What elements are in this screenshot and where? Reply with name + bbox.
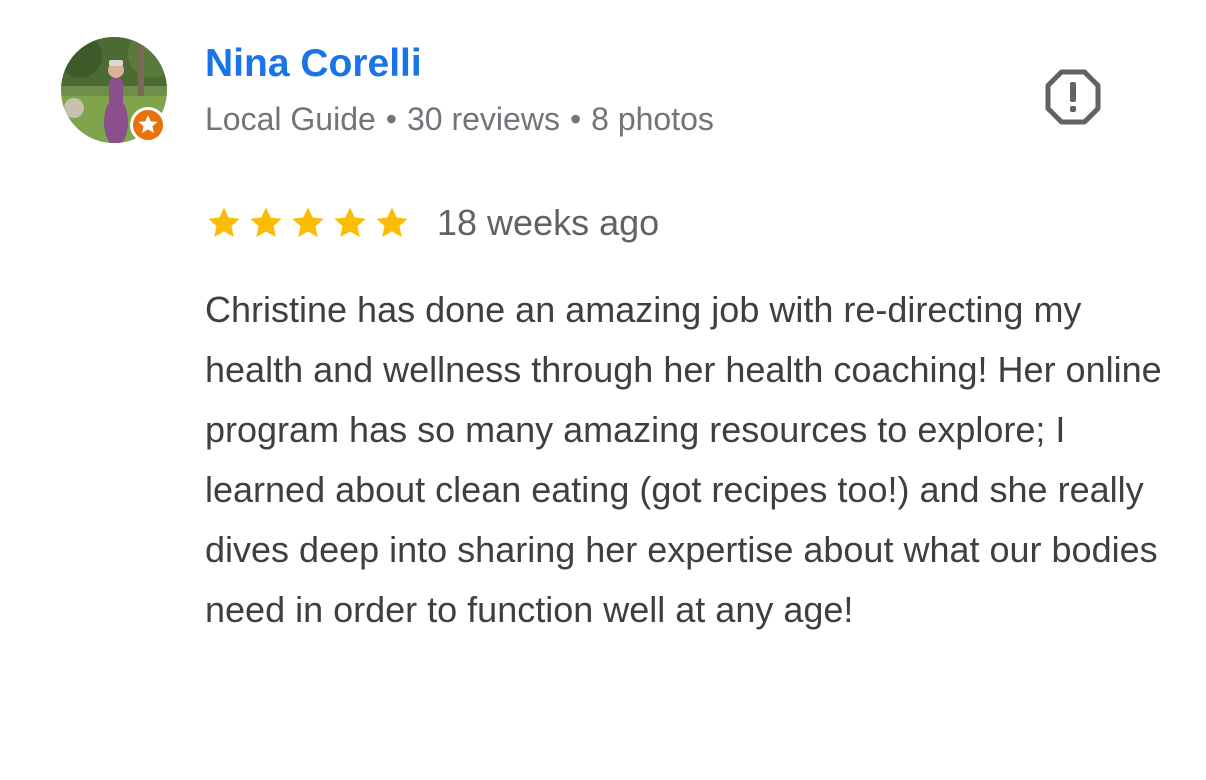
local-guide-label: Local Guide [205, 101, 376, 137]
photo-count: 8 photos [591, 101, 714, 137]
report-review-button[interactable] [1044, 68, 1102, 126]
reviewer-avatar[interactable] [60, 36, 168, 144]
report-icon [1045, 69, 1101, 125]
star-icon [250, 207, 282, 238]
review-text: Christine has done an amazing job with r… [205, 289, 1162, 630]
meta-separator: • [385, 101, 397, 137]
rating-row: 18 weeks ago [205, 198, 659, 248]
star-rating [205, 204, 415, 242]
star-icon [292, 207, 324, 238]
star-icon [376, 207, 408, 238]
star-icon [208, 207, 240, 238]
meta-separator: • [569, 101, 582, 137]
reviewer-name[interactable]: Nina Corelli [205, 40, 422, 88]
local-guide-star-icon [130, 107, 166, 143]
review-card: Nina Corelli Local Guide • 30 reviews • 8 ph… [0, 0, 1206, 780]
reviewer-meta: Local Guide • 30 reviews • 8 photos [205, 98, 714, 140]
star-icon [334, 207, 366, 238]
review-date: 18 weeks ago [437, 202, 660, 243]
review-count: 30 reviews [406, 101, 560, 137]
